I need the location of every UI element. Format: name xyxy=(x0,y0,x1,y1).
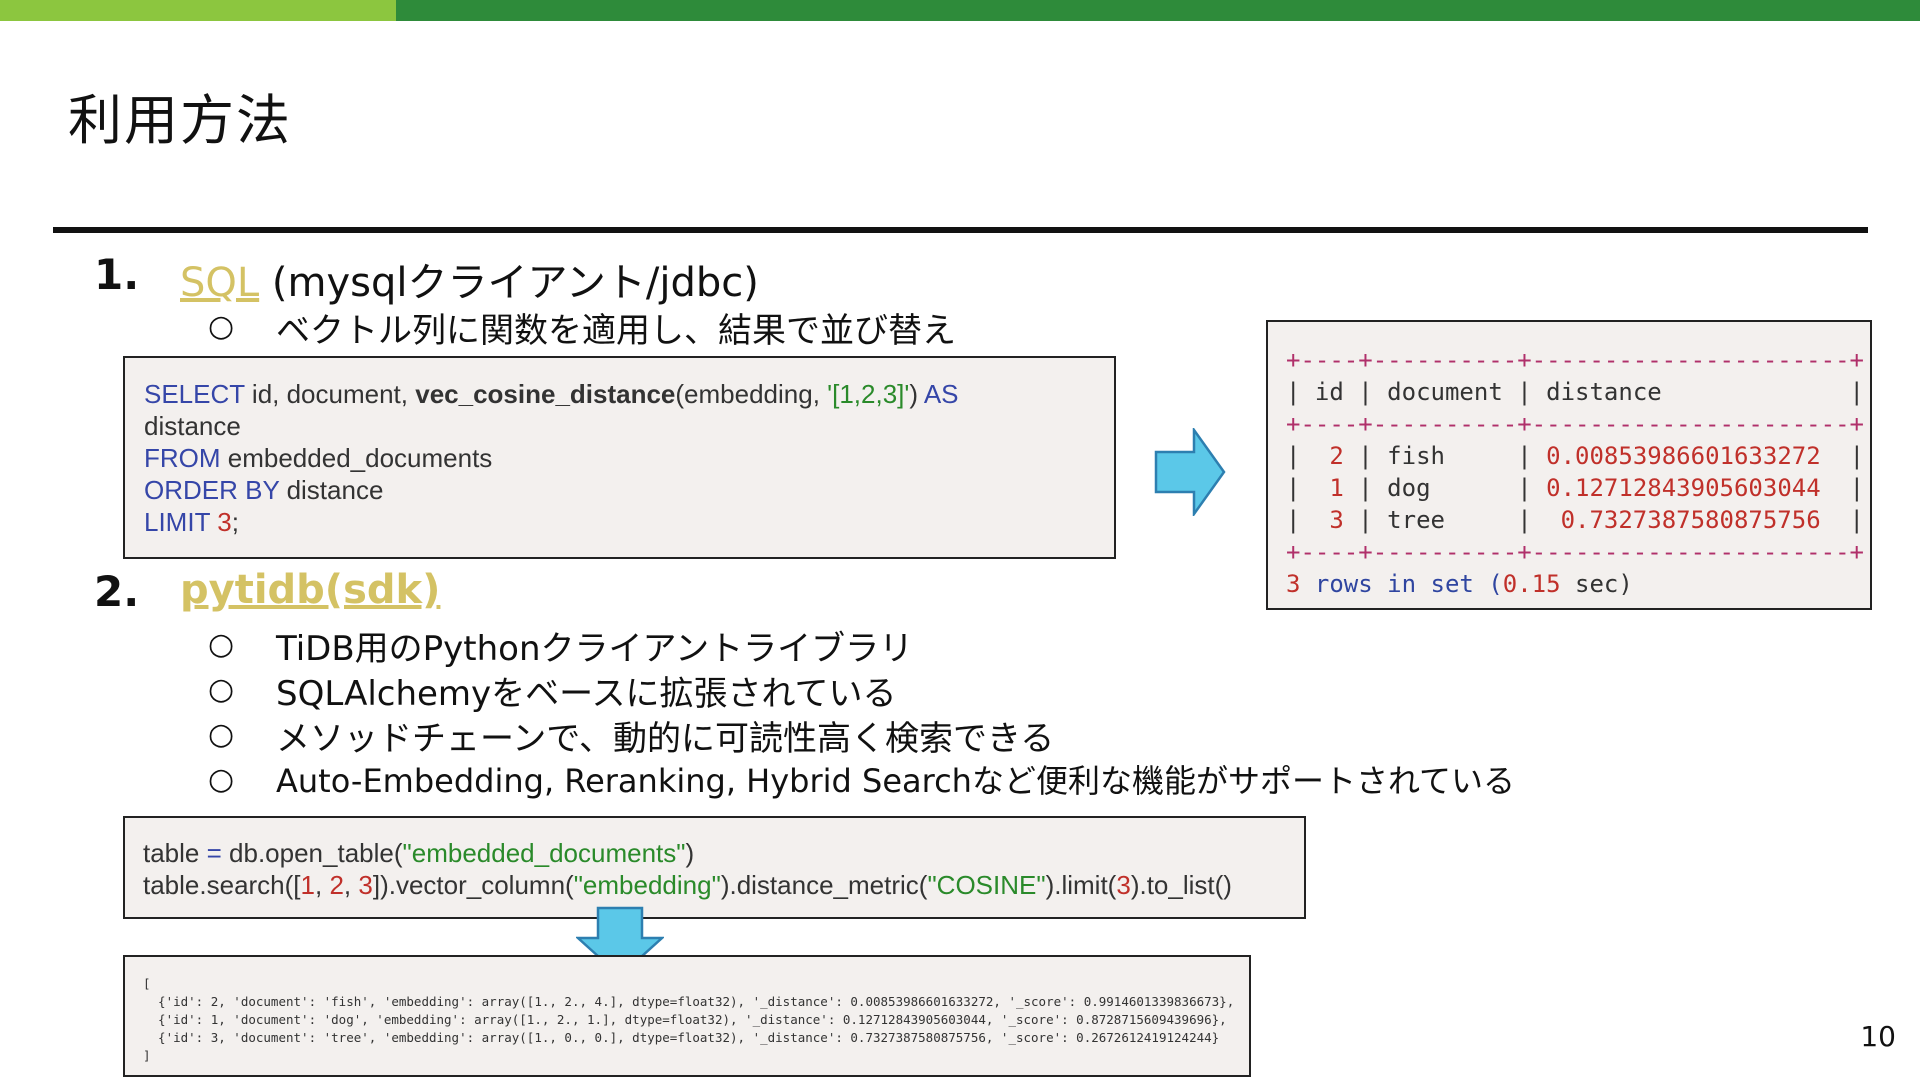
top-accent-bar xyxy=(0,0,1920,21)
section-1-bullet: ベクトル列に関数を適用し、結果で並び替え xyxy=(276,311,956,351)
output-line: {'id': 3, 'document': 'tree', 'embedding… xyxy=(143,1030,1220,1045)
section-2-heading: pytidb(sdk) xyxy=(180,567,440,613)
output-close-bracket: ] xyxy=(143,1048,151,1063)
bullet-marker: ○ xyxy=(208,672,235,707)
top-accent-bar-light xyxy=(0,0,396,21)
bullet-marker: ○ xyxy=(208,309,235,344)
right-arrow-icon xyxy=(1154,428,1226,516)
section-2-bullet-1: TiDB用のPythonクライアントライブラリ xyxy=(276,629,914,669)
page-number: 10 xyxy=(1860,1020,1896,1053)
section-1-number: 1. xyxy=(94,250,140,299)
bullet-marker: ○ xyxy=(208,717,235,752)
slide-title: 利用方法 xyxy=(68,89,292,152)
table-border-top: +----+----------+----------------------+ xyxy=(1286,346,1864,374)
table-row: | 3 | tree | 0.7327387580875756 | xyxy=(1286,506,1865,534)
table-row: | 1 | dog | 0.12712843905603044 | xyxy=(1286,474,1865,502)
python-code-block: table = db.open_table("embedded_document… xyxy=(123,816,1306,919)
sql-link[interactable]: SQL xyxy=(180,260,259,306)
section-1-heading-rest: (mysqlクライアント/jdbc) xyxy=(259,260,759,306)
sql-line-3: FROM embedded_documents xyxy=(144,443,493,473)
section-2-number: 2. xyxy=(94,567,140,616)
table-row: | 2 | fish | 0.00853986601633272 | xyxy=(1286,442,1865,470)
pytidb-link[interactable]: pytidb(sdk) xyxy=(180,567,440,613)
output-open-bracket: [ xyxy=(143,976,151,991)
table-header: | id | document | distance | xyxy=(1286,378,1865,406)
bullet-marker: ○ xyxy=(208,627,235,662)
sql-code-block: SELECT id, document, vec_cosine_distance… xyxy=(123,356,1116,559)
bullet-marker: ○ xyxy=(208,762,235,797)
table-border-mid: +----+----------+----------------------+ xyxy=(1286,410,1864,438)
section-1-heading: SQL (mysqlクライアント/jdbc) xyxy=(180,250,759,308)
section-2-bullet-4: Auto-Embedding, Reranking, Hybrid Search… xyxy=(276,762,1515,800)
section-2-bullet-2: SQLAlchemyをベースに拡張されている xyxy=(276,674,897,714)
sql-line-4: ORDER BY distance xyxy=(144,475,384,505)
sql-line-1: SELECT id, document, vec_cosine_distance… xyxy=(144,379,959,409)
sql-line-5: LIMIT 3; xyxy=(144,507,239,537)
top-accent-bar-dark xyxy=(396,0,1920,21)
sql-line-2: distance xyxy=(144,411,241,441)
sql-result-table: +----+----------+----------------------+… xyxy=(1266,320,1872,610)
table-border-bottom: +----+----------+----------------------+ xyxy=(1286,538,1864,566)
output-line: {'id': 1, 'document': 'dog', 'embedding'… xyxy=(143,1012,1227,1027)
table-footer: 3 rows in set (0.15 sec) xyxy=(1286,570,1633,598)
python-line-2: table.search([1, 2, 3]).vector_column("e… xyxy=(143,870,1232,900)
python-output-block: [ {'id': 2, 'document': 'fish', 'embeddi… xyxy=(123,955,1251,1077)
section-2-bullet-3: メソッドチェーンで、動的に可読性高く検索できる xyxy=(276,719,1055,759)
python-line-1: table = db.open_table("embedded_document… xyxy=(143,838,695,868)
output-line: {'id': 2, 'document': 'fish', 'embedding… xyxy=(143,994,1235,1009)
title-divider xyxy=(53,227,1868,233)
